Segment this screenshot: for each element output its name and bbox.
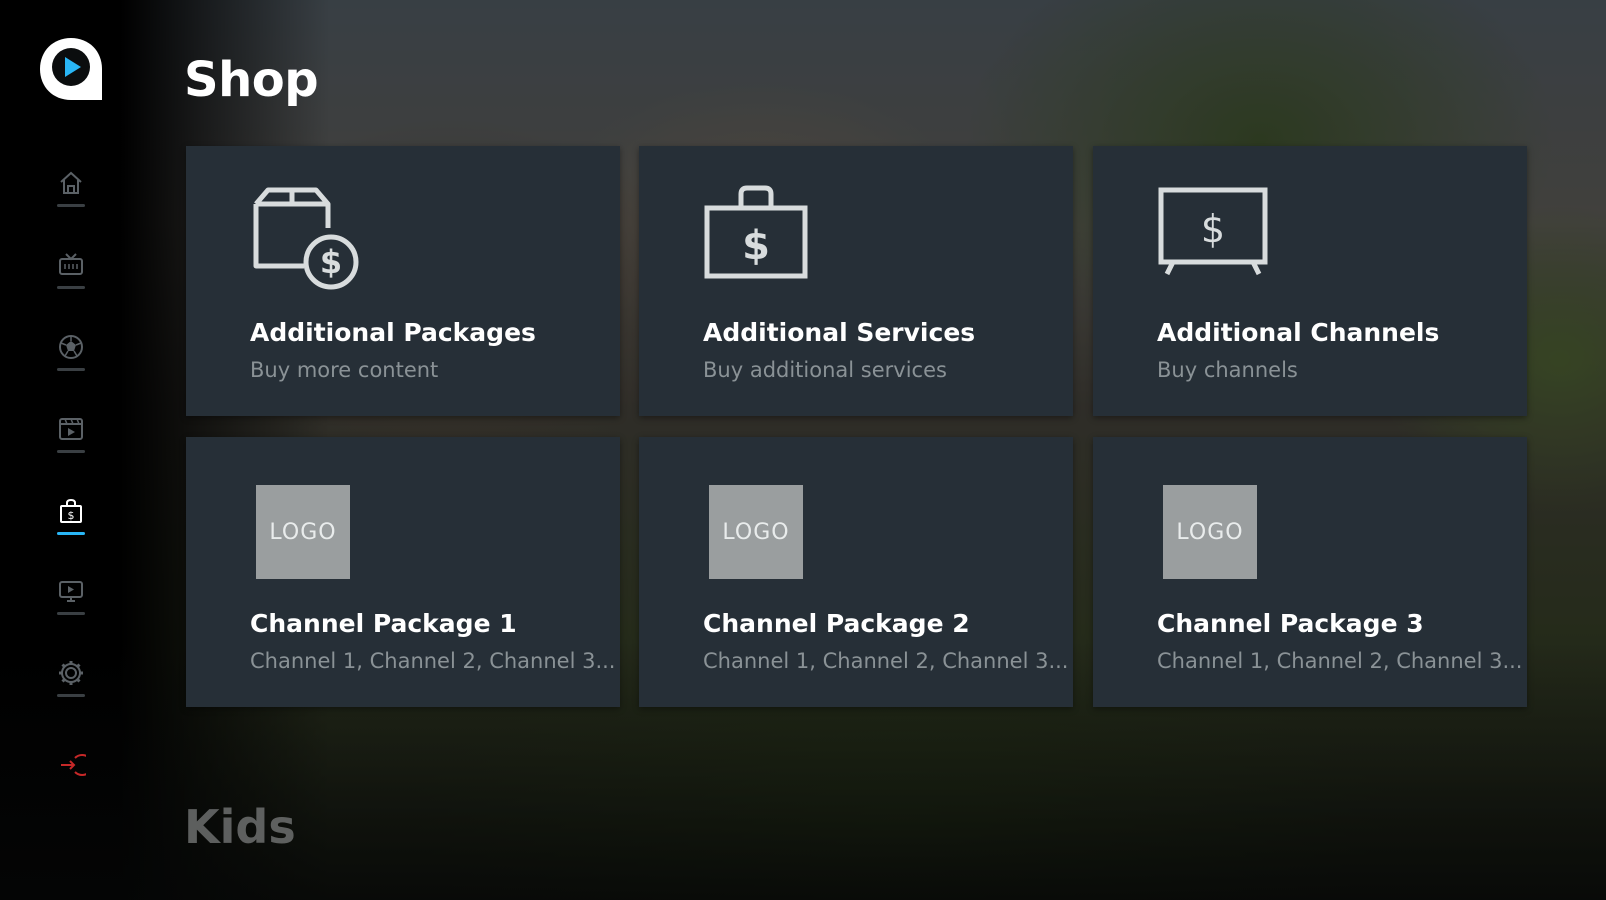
sidebar-item-settings[interactable] (50, 658, 92, 702)
card-title: Additional Channels (1157, 318, 1440, 347)
card-title: Channel Package 2 (703, 609, 970, 638)
nav-underline (57, 450, 85, 453)
home-icon (60, 171, 82, 194)
nav-underline (57, 286, 85, 289)
tv-icon (59, 253, 83, 275)
sidebar-item-logout[interactable] (50, 750, 92, 794)
tv-dollar-icon: $ (1153, 176, 1273, 296)
gear-icon (59, 661, 83, 685)
card-additional-services[interactable]: $ Additional Services Buy additional ser… (639, 146, 1073, 416)
svg-text:$: $ (742, 223, 770, 269)
page-title: Shop (184, 52, 319, 108)
shop-screen: $ Shop $ Additional Packages Buy more co… (0, 0, 1606, 900)
card-subtitle: Channel 1, Channel 2, Channel 3... (703, 649, 1069, 673)
sidebar-item-movies[interactable] (50, 414, 92, 458)
channel-logo: LOGO (709, 485, 803, 579)
card-additional-channels[interactable]: $ Additional Channels Buy channels (1093, 146, 1527, 416)
nav-underline (57, 612, 85, 615)
card-subtitle: Buy channels (1157, 358, 1298, 382)
package-dollar-icon: $ (246, 176, 366, 296)
nav-underline (57, 694, 85, 697)
card-title: Channel Package 1 (250, 609, 517, 638)
card-channel-package-1[interactable]: LOGO Channel Package 1 Channel 1, Channe… (186, 437, 620, 707)
card-channel-package-3[interactable]: LOGO Channel Package 3 Channel 1, Channe… (1093, 437, 1527, 707)
soccer-ball-icon (59, 335, 83, 359)
card-subtitle: Buy more content (250, 358, 439, 382)
svg-text:$: $ (68, 509, 75, 522)
logout-icon (61, 754, 86, 776)
card-title: Channel Package 3 (1157, 609, 1424, 638)
card-channel-package-2[interactable]: LOGO Channel Package 2 Channel 1, Channe… (639, 437, 1073, 707)
sidebar-item-tv[interactable] (50, 250, 92, 294)
card-subtitle: Channel 1, Channel 2, Channel 3... (1157, 649, 1523, 673)
sidebar-item-shop[interactable]: $ (50, 496, 92, 540)
section-title-kids: Kids (184, 800, 296, 854)
card-subtitle: Channel 1, Channel 2, Channel 3... (250, 649, 616, 673)
card-title: Additional Services (703, 318, 976, 347)
channel-logo: LOGO (1163, 485, 1257, 579)
bag-dollar-icon: $ (699, 176, 819, 296)
sidebar-item-home[interactable] (50, 168, 92, 212)
svg-text:$: $ (320, 243, 342, 281)
channel-logo: LOGO (256, 485, 350, 579)
svg-text:$: $ (1201, 207, 1225, 251)
nav-underline (57, 204, 85, 207)
nav-underline (57, 368, 85, 371)
nav-underline-active (57, 532, 85, 535)
film-icon (59, 418, 83, 440)
sidebar: $ (0, 0, 142, 900)
sidebar-item-recordings[interactable] (50, 576, 92, 620)
card-additional-packages[interactable]: $ Additional Packages Buy more content (186, 146, 620, 416)
screen-icon (59, 581, 83, 602)
card-subtitle: Buy additional services (703, 358, 947, 382)
shopping-bag-icon: $ (60, 498, 82, 523)
app-logo-icon[interactable] (36, 34, 106, 104)
card-title: Additional Packages (250, 318, 536, 347)
sidebar-item-sports[interactable] (50, 332, 92, 376)
